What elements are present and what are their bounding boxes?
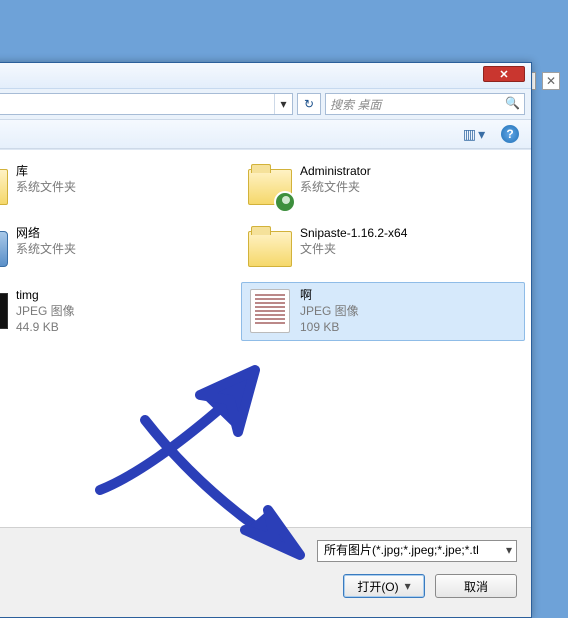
- file-item-selected[interactable]: 啊 JPEG 图像 109 KB: [241, 282, 525, 341]
- help-button[interactable]: ?: [499, 123, 521, 145]
- refresh-icon: ↻: [304, 97, 314, 111]
- file-item-libraries[interactable]: 库 系统文件夹: [0, 158, 241, 216]
- user-folder-icon: [246, 163, 294, 211]
- file-item-name: 网络: [16, 225, 76, 241]
- file-item-name: Snipaste-1.16.2-x64: [300, 225, 407, 241]
- views-caret-icon: ▾: [478, 126, 485, 143]
- dialog-nav-row: ▾ ↻ 搜索 桌面 🔍: [0, 89, 531, 119]
- cancel-button-label: 取消: [464, 578, 488, 595]
- file-item-type: JPEG 图像: [16, 303, 75, 319]
- help-icon: ?: [501, 125, 519, 143]
- file-item-name: 库: [16, 163, 76, 179]
- file-item-name: 啊: [300, 287, 359, 303]
- image-file-icon: [0, 287, 10, 335]
- dialog-titlebar: ✕: [0, 63, 531, 89]
- file-column-right: Administrator 系统文件夹 Snipaste-1.16.2-x64 …: [241, 158, 525, 345]
- search-icon: 🔍: [505, 96, 520, 110]
- dialog-bottom-bar: 所有图片(*.jpg;*.jpeg;*.jpe;*.tl 打开(O) ▾ 取消: [0, 527, 531, 617]
- close-icon: ✕: [499, 68, 508, 81]
- cancel-button[interactable]: 取消: [435, 574, 517, 598]
- file-item-size: 44.9 KB: [16, 319, 75, 335]
- file-item-name: Administrator: [300, 163, 371, 179]
- file-item-network[interactable]: 网络 系统文件夹: [0, 220, 241, 278]
- file-item-type: JPEG 图像: [300, 303, 359, 319]
- close-icon: ✕: [546, 75, 556, 87]
- folder-icon: [246, 225, 294, 273]
- document-image-icon: [246, 287, 294, 335]
- views-button[interactable]: ▥ ▾: [463, 123, 485, 145]
- open-button[interactable]: 打开(O) ▾: [343, 574, 425, 598]
- file-item-type: 文件夹: [300, 241, 407, 257]
- search-input[interactable]: 搜索 桌面 🔍: [325, 93, 525, 115]
- file-item-snipaste[interactable]: Snipaste-1.16.2-x64 文件夹: [241, 220, 525, 278]
- file-type-filter-text: 所有图片(*.jpg;*.jpeg;*.jpe;*.tl: [324, 543, 479, 557]
- search-placeholder: 搜索 桌面: [330, 96, 381, 113]
- chevron-down-icon: ▾: [405, 579, 411, 593]
- file-item-name: timg: [16, 287, 75, 303]
- file-column-left: 库 系统文件夹 网络 系统文件夹 timg JPEG 图像: [0, 158, 241, 345]
- libraries-folder-icon: [0, 163, 10, 211]
- dialog-close-button[interactable]: ✕: [483, 66, 525, 82]
- refresh-button[interactable]: ↻: [297, 93, 321, 115]
- outer-close-button[interactable]: ✕: [542, 72, 560, 90]
- file-list-area: 库 系统文件夹 网络 系统文件夹 timg JPEG 图像: [0, 149, 531, 529]
- file-open-dialog: ✕ ▾ ↻ 搜索 桌面 🔍 ▥ ▾ ?: [0, 62, 532, 618]
- file-item-type: 系统文件夹: [16, 241, 76, 257]
- address-dropdown-icon[interactable]: ▾: [274, 94, 292, 114]
- file-item-administrator[interactable]: Administrator 系统文件夹: [241, 158, 525, 216]
- dialog-toolbar: ▥ ▾ ?: [0, 119, 531, 149]
- open-button-label: 打开(O): [357, 578, 398, 595]
- file-item-timg[interactable]: timg JPEG 图像 44.9 KB: [0, 282, 241, 341]
- file-type-filter[interactable]: 所有图片(*.jpg;*.jpeg;*.jpe;*.tl: [317, 540, 517, 562]
- file-item-type: 系统文件夹: [300, 179, 371, 195]
- address-bar[interactable]: ▾: [0, 93, 293, 115]
- network-icon: [0, 225, 10, 273]
- file-item-type: 系统文件夹: [16, 179, 76, 195]
- views-icon: ▥: [463, 126, 476, 143]
- file-item-size: 109 KB: [300, 319, 359, 335]
